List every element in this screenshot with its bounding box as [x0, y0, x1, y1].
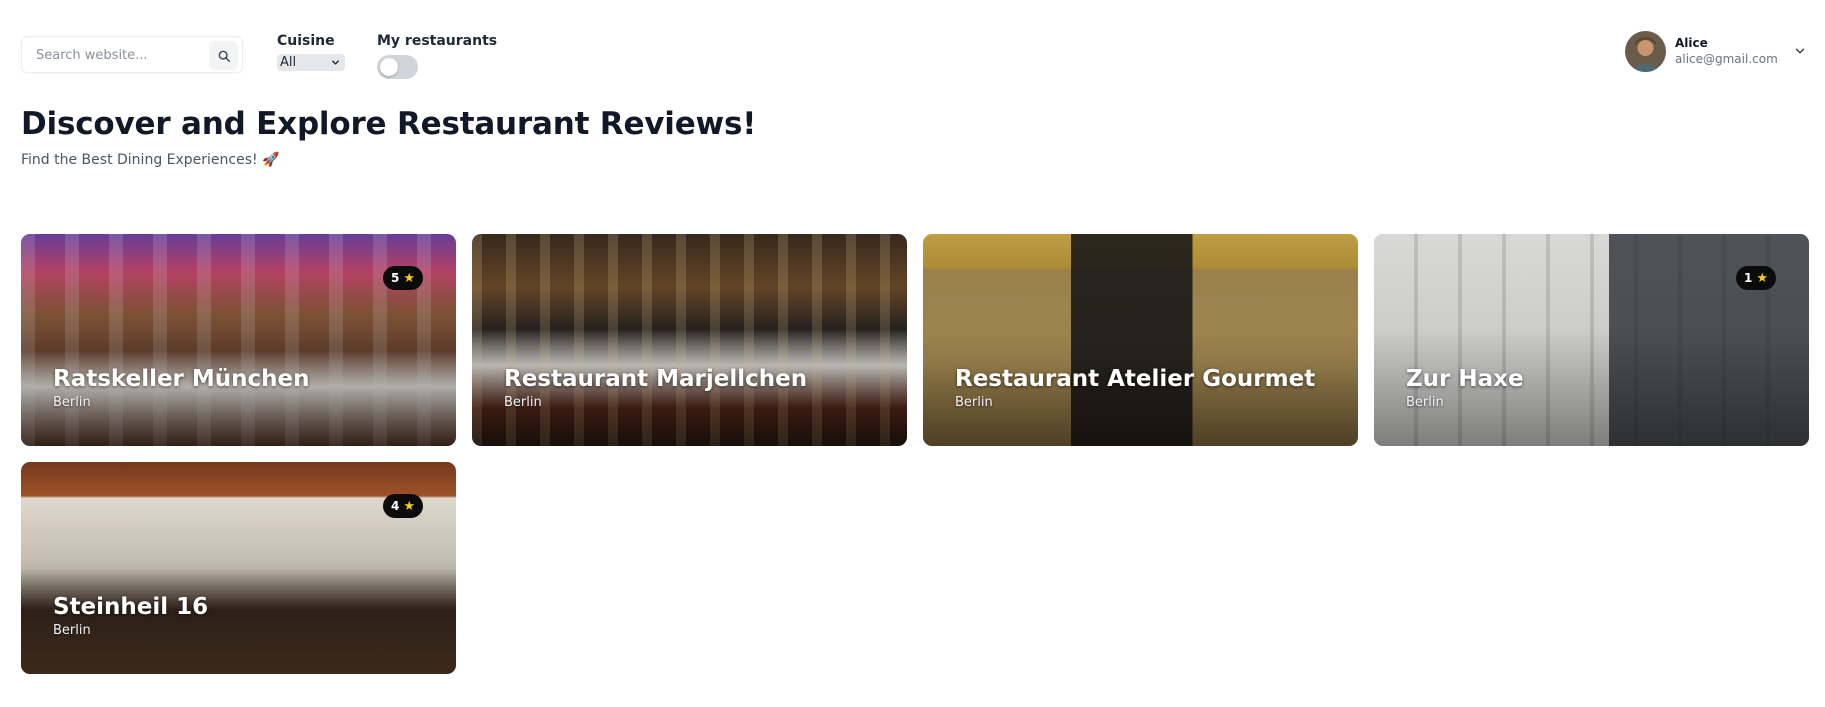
star-icon: ★ [403, 498, 415, 514]
rating-value: 1 [1743, 271, 1753, 285]
restaurant-card[interactable]: 4 ★ Steinheil 16 Berlin [21, 462, 456, 674]
restaurant-name: Restaurant Atelier Gourmet [955, 366, 1316, 392]
restaurant-card[interactable]: Restaurant Marjellchen Berlin [472, 234, 907, 446]
restaurant-card[interactable]: 5 ★ Ratskeller München Berlin [21, 234, 456, 446]
user-email: alice@gmail.com [1675, 52, 1778, 66]
chevron-down-icon[interactable] [1793, 44, 1807, 58]
search-button[interactable] [209, 41, 238, 70]
search-box [21, 36, 243, 73]
star-icon: ★ [1756, 270, 1768, 286]
rating-badge: 1 ★ [1735, 266, 1776, 290]
restaurant-name: Restaurant Marjellchen [504, 366, 808, 392]
search-input[interactable] [36, 45, 196, 65]
page-title: Discover and Explore Restaurant Reviews! [21, 106, 757, 142]
user-name: Alice [1675, 36, 1708, 50]
restaurant-card[interactable]: 1 ★ Zur Haxe Berlin [1374, 234, 1809, 446]
user-menu[interactable]: Alice alice@gmail.com [1625, 30, 1825, 74]
restaurant-name: Zur Haxe [1406, 366, 1524, 392]
rating-value: 5 [390, 271, 400, 285]
cuisine-selected-value: All [280, 55, 297, 70]
restaurant-city: Berlin [955, 395, 993, 410]
chevron-down-icon [332, 60, 339, 65]
page-subtitle: Find the Best Dining Experiences! 🚀 [21, 152, 280, 168]
star-icon: ★ [403, 270, 415, 286]
restaurant-city: Berlin [504, 395, 542, 410]
my-restaurants-label: My restaurants [377, 33, 498, 49]
rating-value: 4 [390, 499, 400, 513]
cuisine-filter: Cuisine All [277, 32, 345, 71]
cuisine-select[interactable]: All [277, 54, 345, 71]
search-icon [218, 50, 230, 62]
rating-badge: 5 ★ [382, 266, 423, 290]
restaurant-city: Berlin [1406, 395, 1444, 410]
my-restaurants-filter: My restaurants [377, 32, 497, 79]
restaurant-name: Ratskeller München [53, 366, 310, 392]
top-bar: Cuisine All My restaurants Alice alice@g… [0, 0, 1825, 95]
restaurant-city: Berlin [53, 395, 91, 410]
restaurant-name: Steinheil 16 [53, 594, 209, 620]
restaurant-card[interactable]: Restaurant Atelier Gourmet Berlin [923, 234, 1358, 446]
rating-badge: 4 ★ [382, 494, 423, 518]
restaurant-city: Berlin [53, 623, 91, 638]
avatar[interactable] [1625, 31, 1666, 72]
toggle-knob [380, 58, 398, 76]
my-restaurants-toggle[interactable] [377, 55, 418, 79]
cuisine-label: Cuisine [277, 33, 335, 49]
